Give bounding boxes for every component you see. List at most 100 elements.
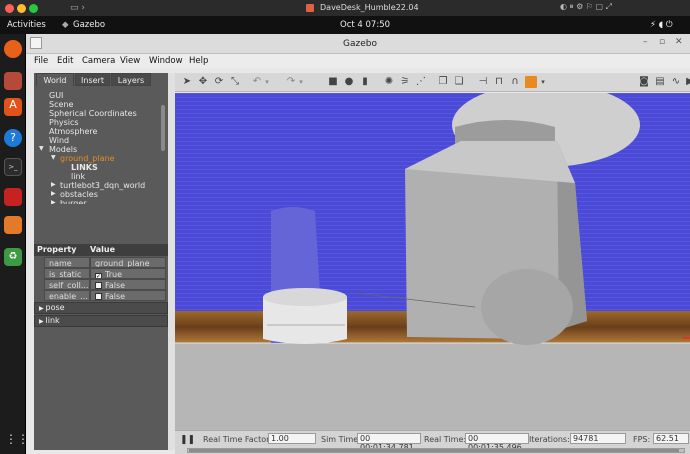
minimize-icon[interactable]: – — [643, 37, 648, 47]
scale-icon[interactable]: ⤡ — [229, 76, 241, 88]
tab-layers[interactable]: Layers — [111, 73, 151, 86]
tab-insert[interactable]: Insert — [75, 73, 110, 86]
tab-world[interactable]: World — [36, 73, 74, 86]
minimize-dot-icon[interactable] — [17, 4, 26, 13]
change-view-icon[interactable] — [525, 76, 537, 88]
tree-item-link[interactable]: link — [71, 172, 85, 181]
tree-item-atmosphere[interactable]: Atmosphere — [49, 127, 97, 136]
self-collide-checkbox[interactable] — [95, 282, 102, 289]
expand-turtlebot-icon[interactable]: ▶ — [51, 181, 56, 188]
stack-icon[interactable] — [4, 216, 22, 234]
software-icon[interactable]: A — [4, 98, 22, 116]
directional-light-icon[interactable]: ⋰ — [415, 76, 427, 88]
prop-enable-wind-label: enable_... — [44, 290, 90, 301]
tree-item-links[interactable]: LINKS — [71, 163, 98, 172]
tree-item-scene[interactable]: Scene — [49, 100, 73, 109]
prop-enable-wind-cell[interactable]: False — [90, 290, 166, 301]
panel-splitter[interactable] — [168, 73, 175, 450]
point-light-icon[interactable]: ✺ — [383, 76, 395, 88]
menu-file[interactable]: File — [34, 56, 48, 66]
tree-item-physics[interactable]: Physics — [49, 118, 79, 127]
prop-is-static-cell[interactable]: ✓ True — [90, 268, 166, 279]
record-icon[interactable]: ▶ — [684, 76, 690, 88]
recycle-icon[interactable]: ♻ — [4, 248, 22, 266]
paste-icon[interactable]: ❏ — [453, 76, 465, 88]
horizontal-scrollbar[interactable] — [187, 448, 685, 453]
tree-item-ground-plane[interactable]: ground_plane — [60, 154, 115, 163]
host-title-bar: ▭ › DaveDesk_Humble22.04 ◐ ⏸ ⚙ ⚐ ▢ ⤢ — [0, 0, 690, 17]
clock[interactable]: Oct 4 07:50 — [340, 20, 390, 30]
app-menu-label[interactable]: Gazebo — [73, 20, 105, 30]
system-tray-icons[interactable]: ⚡ ◖ ⏻ — [650, 20, 673, 30]
expand-obstacles-icon[interactable]: ▶ — [51, 190, 56, 197]
scrollbar-thumb[interactable] — [189, 449, 679, 452]
menu-camera[interactable]: Camera — [82, 56, 115, 66]
view-dropdown-icon[interactable]: ▾ — [537, 76, 549, 88]
close-dot-icon[interactable] — [5, 4, 14, 13]
rotate-icon[interactable]: ⟳ — [213, 76, 225, 88]
expand-models-icon[interactable]: ▼ — [39, 145, 44, 152]
magnet-icon[interactable]: ∩ — [509, 76, 521, 88]
scene-render — [175, 93, 690, 430]
screenshot-icon[interactable]: ◙ — [638, 76, 650, 88]
tree-item-obstacles[interactable]: obstacles — [60, 190, 98, 199]
plot-icon[interactable]: ∿ — [670, 76, 682, 88]
menu-edit[interactable]: Edit — [57, 56, 73, 66]
ground-plane — [175, 343, 690, 430]
help-icon[interactable]: ? — [4, 129, 22, 147]
translate-icon[interactable]: ✥ — [197, 76, 209, 88]
scenario-icon[interactable] — [4, 188, 22, 206]
prop-row-is-static[interactable]: is_static ✓ True — [34, 268, 168, 279]
select-arrow-icon[interactable]: ➤ — [181, 76, 193, 88]
prop-expander-pose[interactable]: ▶ pose — [34, 302, 168, 314]
tree-item-wind[interactable]: Wind — [49, 136, 69, 145]
enable-wind-checkbox[interactable] — [95, 293, 102, 300]
undo-dropdown-icon[interactable]: ▾ — [261, 76, 273, 88]
sidebar-toggle-icon[interactable]: ▭ › — [70, 3, 85, 13]
window-titlebar[interactable]: Gazebo – ▫ ✕ — [26, 34, 690, 54]
value-column-header: Value — [90, 245, 116, 254]
tree-item-models[interactable]: Models — [49, 145, 77, 154]
tree-item-turtlebot3-world[interactable]: turtlebot3_dqn_world — [60, 181, 145, 190]
tree-item-burger[interactable]: burger — [60, 199, 87, 204]
host-toolbar-icons[interactable]: ◐ ⏸ ⚙ ⚐ ▢ ⤢ — [560, 2, 612, 12]
expand-ground-plane-icon[interactable]: ▼ — [51, 154, 56, 161]
prop-row-enable-wind[interactable]: enable_... False — [34, 290, 168, 301]
prop-expander-link[interactable]: ▶ link — [34, 315, 168, 327]
copy-icon[interactable]: ❐ — [437, 76, 449, 88]
close-icon[interactable]: ✕ — [675, 37, 683, 47]
snap-icon[interactable]: ⊓ — [493, 76, 505, 88]
box-shape-icon[interactable]: ■ — [327, 76, 339, 88]
prop-row-self-collide[interactable]: self_coll... False — [34, 279, 168, 290]
menu-window[interactable]: Window — [149, 56, 183, 66]
window-menu-icon[interactable] — [30, 37, 42, 49]
maximize-icon[interactable]: ▫ — [659, 37, 665, 47]
prop-self-collide-cell[interactable]: False — [90, 279, 166, 290]
align-icon[interactable]: ⊣ — [477, 76, 489, 88]
spot-light-icon[interactable]: ⚞ — [399, 76, 411, 88]
tree-scrollbar[interactable] — [161, 105, 165, 151]
tree-item-gui[interactable]: GUI — [49, 91, 63, 100]
apps-grid-icon[interactable]: ⋮⋮ — [5, 432, 29, 448]
host-window-title: DaveDesk_Humble22.04 — [320, 3, 419, 12]
prop-name-value[interactable]: ground_plane — [90, 257, 166, 268]
redo-dropdown-icon[interactable]: ▾ — [295, 76, 307, 88]
scene-viewport[interactable] — [175, 93, 690, 430]
prop-row-name[interactable]: name ground_plane — [34, 257, 168, 268]
zoom-dot-icon[interactable] — [29, 4, 38, 13]
activities-button[interactable]: Activities — [7, 20, 46, 30]
files-icon[interactable] — [4, 72, 22, 90]
real-time-value: 00 00:01:35.496 — [465, 433, 529, 452]
expand-burger-icon[interactable]: ▶ — [51, 199, 56, 204]
log-icon[interactable]: ▤ — [654, 76, 666, 88]
pause-icon[interactable]: ❚❚ — [180, 435, 195, 445]
world-tree: GUI Scene Spherical Coordinates Physics … — [34, 87, 168, 204]
cylinder-shape-icon[interactable]: ▮ — [359, 76, 371, 88]
menu-view[interactable]: View — [120, 56, 140, 66]
menu-help[interactable]: Help — [189, 56, 208, 66]
tree-item-spherical[interactable]: Spherical Coordinates — [49, 109, 137, 118]
terminal-icon[interactable]: >_ — [4, 158, 22, 176]
sphere-shape-icon[interactable]: ● — [343, 76, 355, 88]
window-title: Gazebo — [343, 39, 377, 49]
firefox-icon[interactable] — [4, 40, 22, 58]
